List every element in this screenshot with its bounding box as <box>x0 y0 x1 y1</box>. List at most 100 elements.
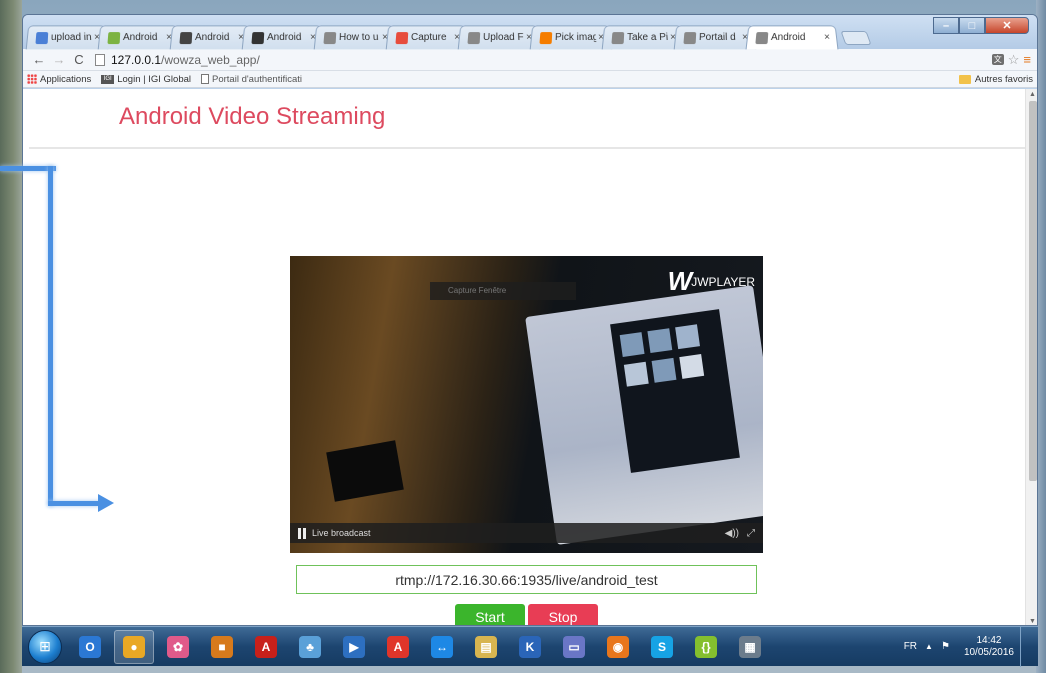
bookmark-portal[interactable]: Portail d'authentificati <box>201 74 302 85</box>
url-host: 127.0.0.1 <box>111 52 162 67</box>
chrome-icon: ● <box>123 635 145 658</box>
acrobat-icon: A <box>255 635 277 658</box>
tray-expand-icon[interactable]: ▲ <box>925 642 933 651</box>
document-icon: ▦ <box>739 635 761 658</box>
bookmark-star-icon[interactable]: ☆ <box>1008 52 1020 68</box>
bookmark-igi[interactable]: IGI Login | IGI Global <box>101 74 191 85</box>
taskbar-item[interactable]: ▦ <box>730 630 770 664</box>
taskbar-item[interactable]: S <box>642 630 682 664</box>
show-desktop-button[interactable] <box>1020 626 1030 667</box>
taskbar-item[interactable]: A <box>378 630 418 664</box>
tab-8[interactable]: Take a Pi × <box>601 25 685 50</box>
taskbar-item[interactable]: ♣ <box>290 630 330 664</box>
tab-label: Upload F <box>482 32 524 44</box>
blogger-icon <box>539 31 553 44</box>
page-viewport: Android Video Streaming Capture Fenêtre … <box>23 89 1037 625</box>
tab-label: upload in <box>50 32 92 44</box>
tab-5[interactable]: Capture × <box>385 25 469 50</box>
bookmark-apps[interactable]: Applications <box>27 74 91 85</box>
volume-icon[interactable]: ◀)) <box>725 528 739 539</box>
bookmarks-bar: Applications IGI Login | IGI Global Port… <box>23 71 1037 88</box>
tab-0[interactable]: upload in × <box>25 25 109 50</box>
live-broadcast-label: Live broadcast <box>312 528 371 538</box>
photos-icon: ✿ <box>167 635 189 658</box>
windows-taskbar: ⊞ O ● ✿ ■ A ♣ ▶ A ↔ ▤ K ▭ ◉ S {} ▦ FR ▲ ⚑ 14:42 10/05/2… <box>22 626 1038 667</box>
action-center-flag-icon[interactable]: ⚑ <box>941 641 950 652</box>
taskbar-item[interactable]: ✿ <box>158 630 198 664</box>
page-icon <box>323 31 337 44</box>
fullscreen-icon[interactable]: ⤢ <box>747 528 755 539</box>
reload-icon[interactable]: C <box>69 52 89 67</box>
clock[interactable]: 14:42 10/05/2016 <box>964 635 1014 659</box>
app-icon: K <box>519 635 541 658</box>
taskbar-item[interactable]: {} <box>686 630 726 664</box>
scroll-up-icon[interactable]: ▲ <box>1029 91 1036 98</box>
bookmark-other-label: Autres favoris <box>974 73 1033 85</box>
start-button[interactable]: ⊞ <box>28 629 62 664</box>
tab-6[interactable]: Upload F × <box>457 25 541 50</box>
tab-10[interactable]: Android × <box>745 25 839 50</box>
language-indicator[interactable]: FR <box>904 641 917 652</box>
tab-7[interactable]: Pick imag × <box>529 25 613 50</box>
close-tab-icon[interactable]: × <box>824 32 831 43</box>
desktop-background-left <box>0 0 22 673</box>
document-icon <box>201 74 209 84</box>
stop-button[interactable]: Stop <box>528 604 598 625</box>
tab-9[interactable]: Portail d × <box>673 25 757 50</box>
tab-label: Portail d <box>698 32 737 44</box>
video-player[interactable]: Capture Fenêtre W JWPLAYER Live broadcas… <box>290 256 763 553</box>
outlook-icon: O <box>79 635 101 658</box>
vertical-scrollbar[interactable]: ▲ ▼ <box>1025 89 1037 625</box>
stream-url-field[interactable]: rtmp://172.16.30.66:1935/live/android_te… <box>296 565 757 594</box>
scroll-down-icon[interactable]: ▼ <box>1029 618 1036 625</box>
start-button[interactable]: Start <box>455 604 525 625</box>
page-header: Android Video Streaming <box>29 89 1025 149</box>
back-icon[interactable]: ← <box>29 52 49 67</box>
taskbar-item[interactable]: A <box>246 630 286 664</box>
taskbar-item[interactable]: K <box>510 630 550 664</box>
translate-icon[interactable]: 文 <box>991 54 1004 65</box>
tab-2[interactable]: Android × <box>169 25 253 50</box>
page-icon <box>683 31 697 44</box>
tab-label: Android <box>122 32 158 44</box>
page-icon <box>467 31 481 44</box>
minimize-button[interactable]: – <box>933 17 959 34</box>
tab-4[interactable]: How to u × <box>313 25 397 50</box>
bookmark-other[interactable]: Autres favoris <box>958 73 1033 85</box>
pause-icon[interactable] <box>298 527 306 539</box>
taskbar-item[interactable]: ▶ <box>334 630 374 664</box>
address-bar[interactable]: 127.0.0.1/wowza_web_app/ <box>95 51 992 69</box>
tab-label: Capture <box>410 32 447 44</box>
annotation-arrow-segment <box>48 501 100 506</box>
forward-icon[interactable]: → <box>49 52 69 67</box>
taskbar-item[interactable]: O <box>70 630 110 664</box>
igi-icon: IGI <box>101 74 115 84</box>
maximize-button[interactable]: □ <box>959 17 985 34</box>
video-dark-panel <box>610 309 740 473</box>
tab-label: Take a Pi <box>626 32 669 44</box>
jwplayer-mark-icon: W <box>667 266 692 296</box>
taskbar-item[interactable]: ● <box>114 629 154 664</box>
tab-label: Android <box>770 32 806 44</box>
jwplayer-logo: W JWPLAYER <box>668 266 755 297</box>
tab-strip: upload in × Android × Android × Android × How to… <box>25 25 872 50</box>
taskbar-item[interactable]: ◉ <box>598 630 638 664</box>
tab-label: Android <box>194 32 230 44</box>
tab-1[interactable]: Android × <box>97 25 181 50</box>
brackets-icon: {} <box>695 635 717 658</box>
video-caption: Capture Fenêtre <box>430 282 576 300</box>
bookmark-igi-label: Login | IGI Global <box>117 73 191 85</box>
video-dark-object <box>326 440 404 502</box>
video-frame: Capture Fenêtre <box>290 256 763 553</box>
taskbar-item[interactable]: ■ <box>202 630 242 664</box>
menu-icon[interactable]: ≡ <box>1023 52 1031 67</box>
firefox-icon: ◉ <box>607 635 629 658</box>
taskbar-apps: O ● ✿ ■ A ♣ ▶ A ↔ ▤ K ▭ ◉ S {} ▦ <box>70 629 774 664</box>
tab-3[interactable]: Android × <box>241 25 325 50</box>
taskbar-item[interactable]: ▤ <box>466 630 506 664</box>
close-window-button[interactable]: ✕ <box>985 17 1029 34</box>
scroll-thumb[interactable] <box>1029 101 1037 481</box>
taskbar-item[interactable]: ↔ <box>422 630 462 664</box>
new-tab-button[interactable] <box>840 31 872 45</box>
taskbar-item[interactable]: ▭ <box>554 630 594 664</box>
